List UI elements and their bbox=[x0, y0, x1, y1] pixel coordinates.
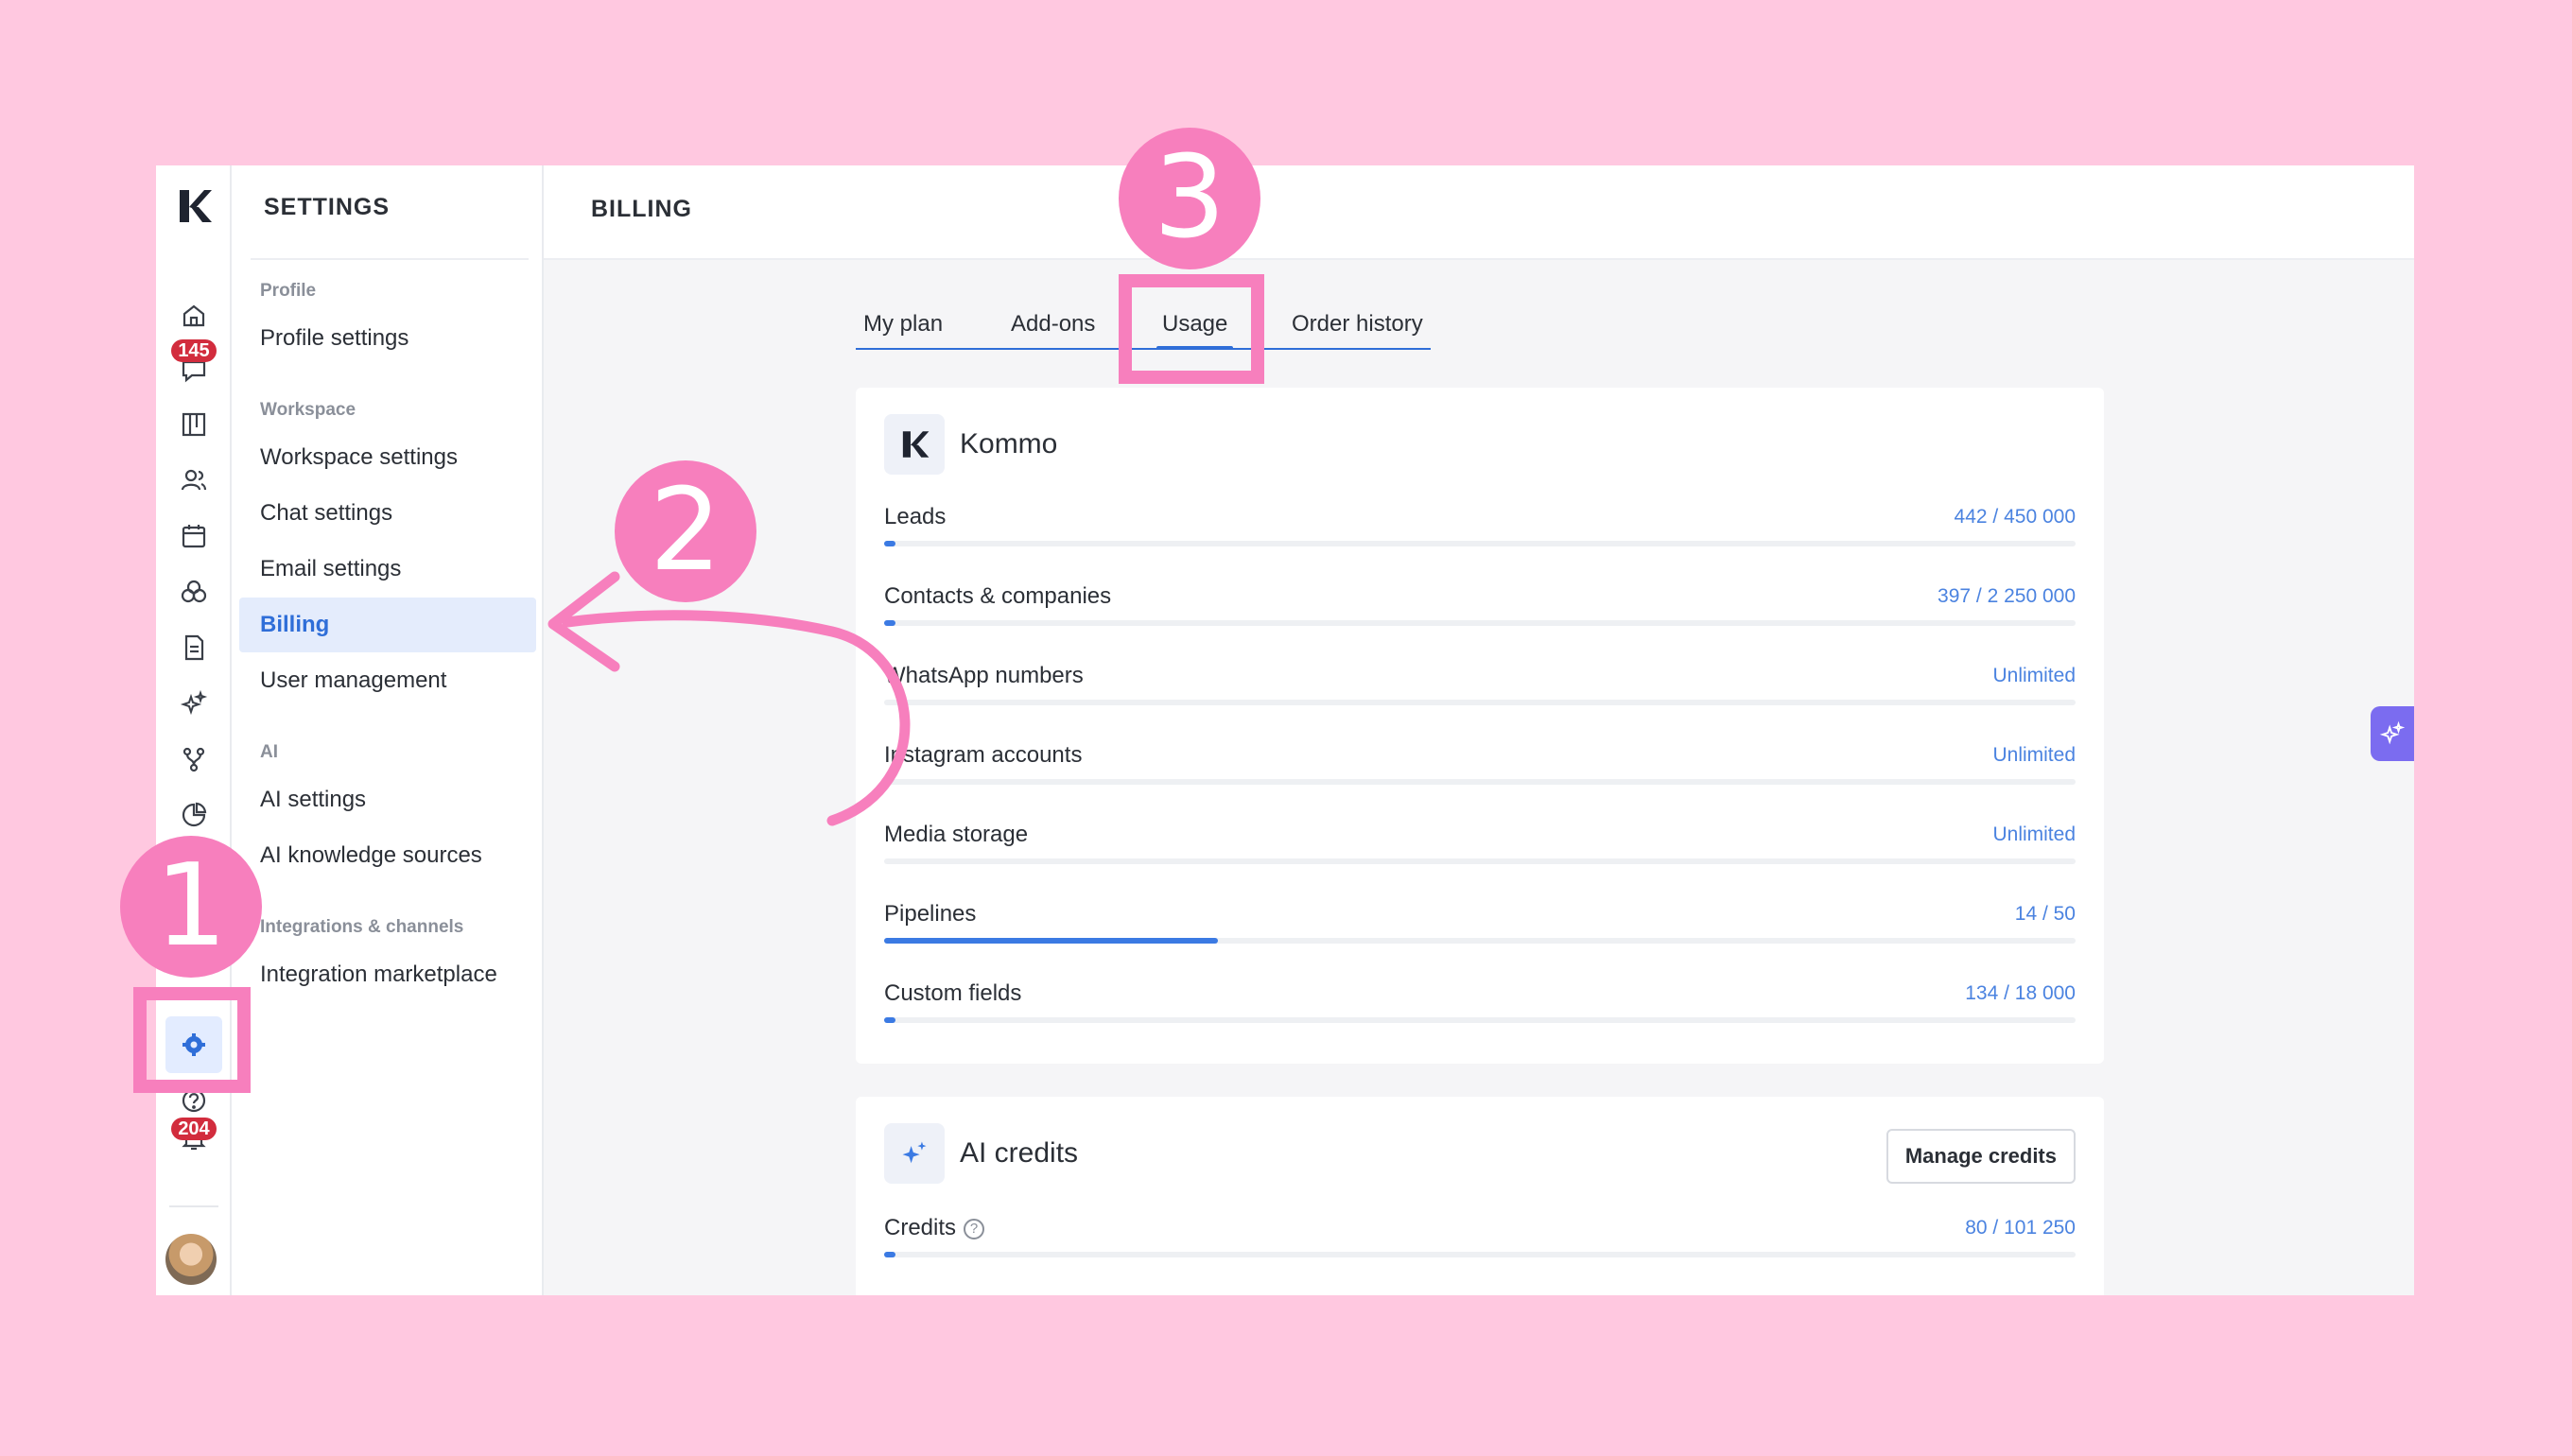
usage-bar-track bbox=[884, 938, 2076, 944]
usage-bar-fill bbox=[884, 620, 895, 626]
main-content: BILLING My plan Add-ons Usage Order hist… bbox=[544, 165, 2414, 1295]
usage-bar-track bbox=[884, 1252, 2076, 1257]
card-title: AI credits bbox=[960, 1137, 1079, 1169]
app-window: 145 204 SETTINGS Profile Profile setting… bbox=[156, 165, 2414, 1295]
tab-add-ons[interactable]: Add-ons bbox=[1011, 307, 1095, 341]
automation-icon[interactable] bbox=[176, 741, 212, 777]
row-label: WhatsApp numbers bbox=[884, 663, 1084, 688]
page-header: BILLING bbox=[544, 165, 2414, 260]
calendar-icon[interactable] bbox=[176, 518, 212, 554]
usage-bar-track bbox=[884, 779, 2076, 785]
help-icon[interactable]: ? bbox=[964, 1218, 985, 1239]
user-avatar[interactable] bbox=[165, 1234, 217, 1285]
section-profile: Profile bbox=[260, 281, 317, 301]
sidebar-item-integration-marketplace[interactable]: Integration marketplace bbox=[239, 947, 536, 1002]
usage-row-pipelines: Pipelines 14 / 50 bbox=[884, 898, 2076, 955]
tab-usage[interactable]: Usage bbox=[1156, 307, 1234, 350]
row-label: Credits bbox=[884, 1215, 957, 1240]
catalog-icon[interactable] bbox=[176, 574, 212, 610]
leads-board-icon[interactable] bbox=[176, 407, 212, 442]
usage-row-contacts-companies: Contacts & companies 397 / 2 250 000 bbox=[884, 581, 2076, 637]
sidebar-item-workspace-settings[interactable]: Workspace settings bbox=[239, 430, 536, 485]
stats-icon[interactable] bbox=[176, 797, 212, 833]
row-label: Pipelines bbox=[884, 901, 977, 927]
row-value: Unlimited bbox=[1992, 823, 2076, 845]
sidebar-item-user-management[interactable]: User management bbox=[239, 653, 536, 708]
row-label: Custom fields bbox=[884, 980, 1022, 1006]
row-label: Leads bbox=[884, 504, 947, 529]
home-icon[interactable] bbox=[176, 298, 212, 334]
help-icon[interactable] bbox=[176, 1083, 212, 1118]
usage-row-whatsapp-numbers: WhatsApp numbers Unlimited bbox=[884, 660, 2076, 717]
row-value: Unlimited bbox=[1992, 665, 2076, 686]
row-value: 134 / 18 000 bbox=[1965, 982, 2076, 1004]
sidebar-item-chat-settings[interactable]: Chat settings bbox=[239, 486, 536, 541]
notifications-badge: 204 bbox=[171, 1118, 217, 1140]
billing-tabs: My plan Add-ons Usage Order history bbox=[856, 307, 1431, 350]
row-label: Contacts & companies bbox=[884, 583, 1112, 609]
icon-rail: 145 204 bbox=[156, 165, 232, 1295]
sidebar-item-billing[interactable]: Billing bbox=[239, 598, 536, 652]
usage-row-custom-fields: Custom fields 134 / 18 000 bbox=[884, 978, 2076, 1034]
tab-my-plan[interactable]: My plan bbox=[863, 307, 943, 341]
chats-badge: 145 bbox=[171, 339, 217, 362]
contacts-icon[interactable] bbox=[176, 462, 212, 498]
usage-bar-track bbox=[884, 858, 2076, 864]
kommo-logo-icon bbox=[884, 414, 945, 475]
row-value: 80 / 101 250 bbox=[1965, 1217, 2076, 1239]
row-value: 14 / 50 bbox=[2014, 903, 2076, 925]
sidebar-divider bbox=[251, 258, 529, 260]
tab-order-history[interactable]: Order history bbox=[1292, 307, 1423, 341]
row-label: Media storage bbox=[884, 822, 1029, 847]
usage-bar-track bbox=[884, 620, 2076, 626]
rail-divider bbox=[169, 1205, 218, 1207]
section-ai: AI bbox=[260, 742, 278, 762]
usage-row-instagram-accounts: Instagram accounts Unlimited bbox=[884, 739, 2076, 796]
usage-bar-fill bbox=[884, 541, 895, 546]
sidebar-item-ai-settings[interactable]: AI settings bbox=[239, 772, 536, 827]
manage-credits-button[interactable]: Manage credits bbox=[1886, 1129, 2076, 1184]
ai-sparkle-icon bbox=[884, 1123, 945, 1184]
ai-credits-card: AI credits Manage credits Credits? 80 / … bbox=[856, 1097, 2104, 1295]
section-integrations: Integrations & channels bbox=[260, 917, 464, 937]
usage-bar-track bbox=[884, 541, 2076, 546]
kommo-usage-card: Kommo Leads 442 / 450 000 Contacts & compa… bbox=[856, 388, 2104, 1064]
sidebar-item-email-settings[interactable]: Email settings bbox=[239, 542, 536, 597]
section-workspace: Workspace bbox=[260, 400, 356, 420]
row-label: Instagram accounts bbox=[884, 742, 1083, 768]
usage-bar-track bbox=[884, 1017, 2076, 1023]
usage-row-credits: Credits? 80 / 101 250 bbox=[884, 1212, 2076, 1269]
usage-bar-fill bbox=[884, 1252, 895, 1257]
usage-bar-fill bbox=[884, 938, 1218, 944]
settings-sidebar: SETTINGS Profile Profile settings Worksp… bbox=[232, 165, 544, 1295]
usage-bar-fill bbox=[884, 1017, 895, 1023]
sidebar-item-ai-knowledge-sources[interactable]: AI knowledge sources bbox=[239, 828, 536, 883]
usage-row-media-storage: Media storage Unlimited bbox=[884, 819, 2076, 875]
card-title: Kommo bbox=[960, 428, 1058, 459]
usage-row-leads: Leads 442 / 450 000 bbox=[884, 501, 2076, 558]
usage-bar-track bbox=[884, 700, 2076, 705]
row-value: 397 / 2 250 000 bbox=[1938, 585, 2076, 607]
sparkle-icon bbox=[2379, 720, 2406, 745]
sidebar-item-profile-settings[interactable]: Profile settings bbox=[239, 311, 536, 366]
lists-icon[interactable] bbox=[176, 630, 212, 666]
page-title: BILLING bbox=[591, 196, 692, 222]
kommo-logo-icon[interactable] bbox=[174, 186, 214, 226]
ai-assistant-button[interactable] bbox=[2371, 706, 2414, 761]
sidebar-title: SETTINGS bbox=[264, 194, 391, 220]
row-value: 442 / 450 000 bbox=[1954, 506, 2076, 528]
ai-sparkle-icon[interactable] bbox=[176, 685, 212, 721]
settings-gear-icon[interactable] bbox=[165, 1016, 222, 1073]
row-value: Unlimited bbox=[1992, 744, 2076, 766]
